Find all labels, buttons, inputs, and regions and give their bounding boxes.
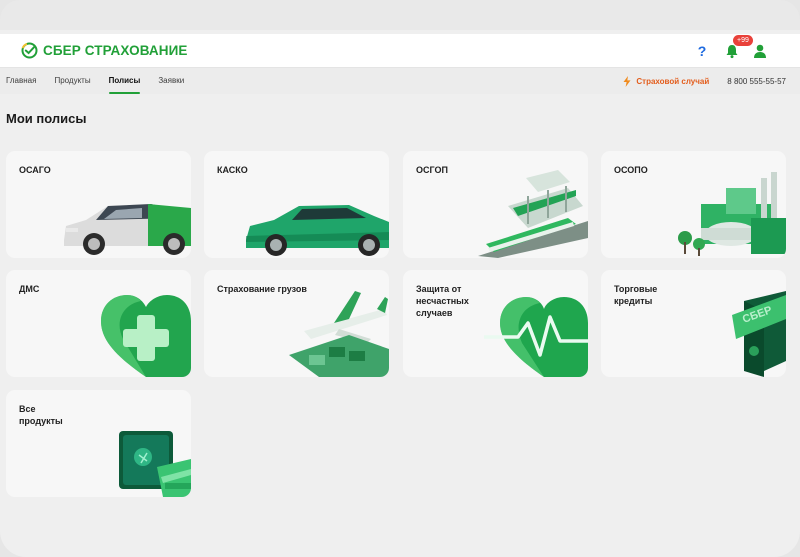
car-white-icon — [64, 204, 191, 255]
safe-cards-icon — [119, 431, 191, 497]
tab-products[interactable]: Продукты — [54, 68, 90, 94]
tab-main[interactable]: Главная — [6, 68, 36, 94]
brand-name: СБЕР СТРАХОВАНИЕ — [43, 43, 188, 58]
insurance-case-label: Страховой случай — [636, 76, 710, 86]
app-header: СБЕР СТРАХОВАНИЕ ? +99 — [0, 34, 800, 68]
page-title: Мои полисы — [6, 111, 87, 126]
sber-logo-icon — [21, 42, 38, 59]
card-safe-icon: СБЕР — [732, 291, 786, 377]
device-frame-top — [0, 0, 800, 34]
cargo-plane-icon — [289, 291, 389, 377]
card-label: ОСГОП — [416, 165, 448, 175]
policy-card-dms[interactable]: ДМС — [6, 270, 191, 377]
industrial-plant-icon — [678, 172, 786, 256]
user-icon — [754, 44, 766, 58]
card-label: Торговые кредиты — [614, 284, 658, 306]
card-label: КАСКО — [217, 165, 248, 175]
policy-card-trade-credit[interactable]: Торговые кредиты СБЕР — [601, 270, 786, 377]
lightning-icon — [623, 75, 631, 87]
policy-card-kasko[interactable]: КАСКО — [204, 151, 389, 258]
policy-card-cargo[interactable]: Страхование грузов — [204, 270, 389, 377]
brand-logo[interactable]: СБЕР СТРАХОВАНИЕ — [21, 42, 187, 59]
policy-card-osago[interactable]: ОСАГО — [6, 151, 191, 258]
nav-right: Страховой случай 8 800 555-55-57 — [623, 75, 786, 87]
main-nav: Главная Продукты Полисы Заявки Страховой… — [0, 68, 800, 94]
profile-button[interactable] — [752, 43, 768, 59]
card-label: ОСАГО — [19, 165, 51, 175]
tab-requests[interactable]: Заявки — [158, 68, 184, 94]
header-actions: ? +99 — [694, 34, 768, 59]
card-label: Защита от несчастных случаев — [416, 284, 469, 318]
policy-card-osopo[interactable]: ОСОПО — [601, 151, 786, 258]
help-icon[interactable]: ? — [694, 43, 710, 59]
card-label: ДМС — [19, 284, 40, 294]
heart-cross-icon — [101, 295, 191, 377]
notifications-button[interactable]: +99 — [724, 34, 753, 59]
tab-policies[interactable]: Полисы — [108, 68, 140, 94]
policy-card-osgop[interactable]: ОСГОП — [403, 151, 588, 258]
card-label: Все продукты — [19, 404, 63, 426]
policy-card-accident[interactable]: Защита от несчастных случаев — [403, 270, 588, 377]
insurance-case-link[interactable]: Страховой случай — [623, 75, 710, 87]
train-station-icon — [478, 170, 588, 258]
card-label: ОСОПО — [614, 165, 648, 175]
all-products-card[interactable]: Все продукты — [6, 390, 191, 497]
heart-pulse-icon — [484, 297, 588, 377]
car-green-icon — [246, 205, 389, 256]
notification-count-badge: +99 — [733, 34, 753, 46]
support-phone[interactable]: 8 800 555-55-57 — [727, 77, 786, 86]
